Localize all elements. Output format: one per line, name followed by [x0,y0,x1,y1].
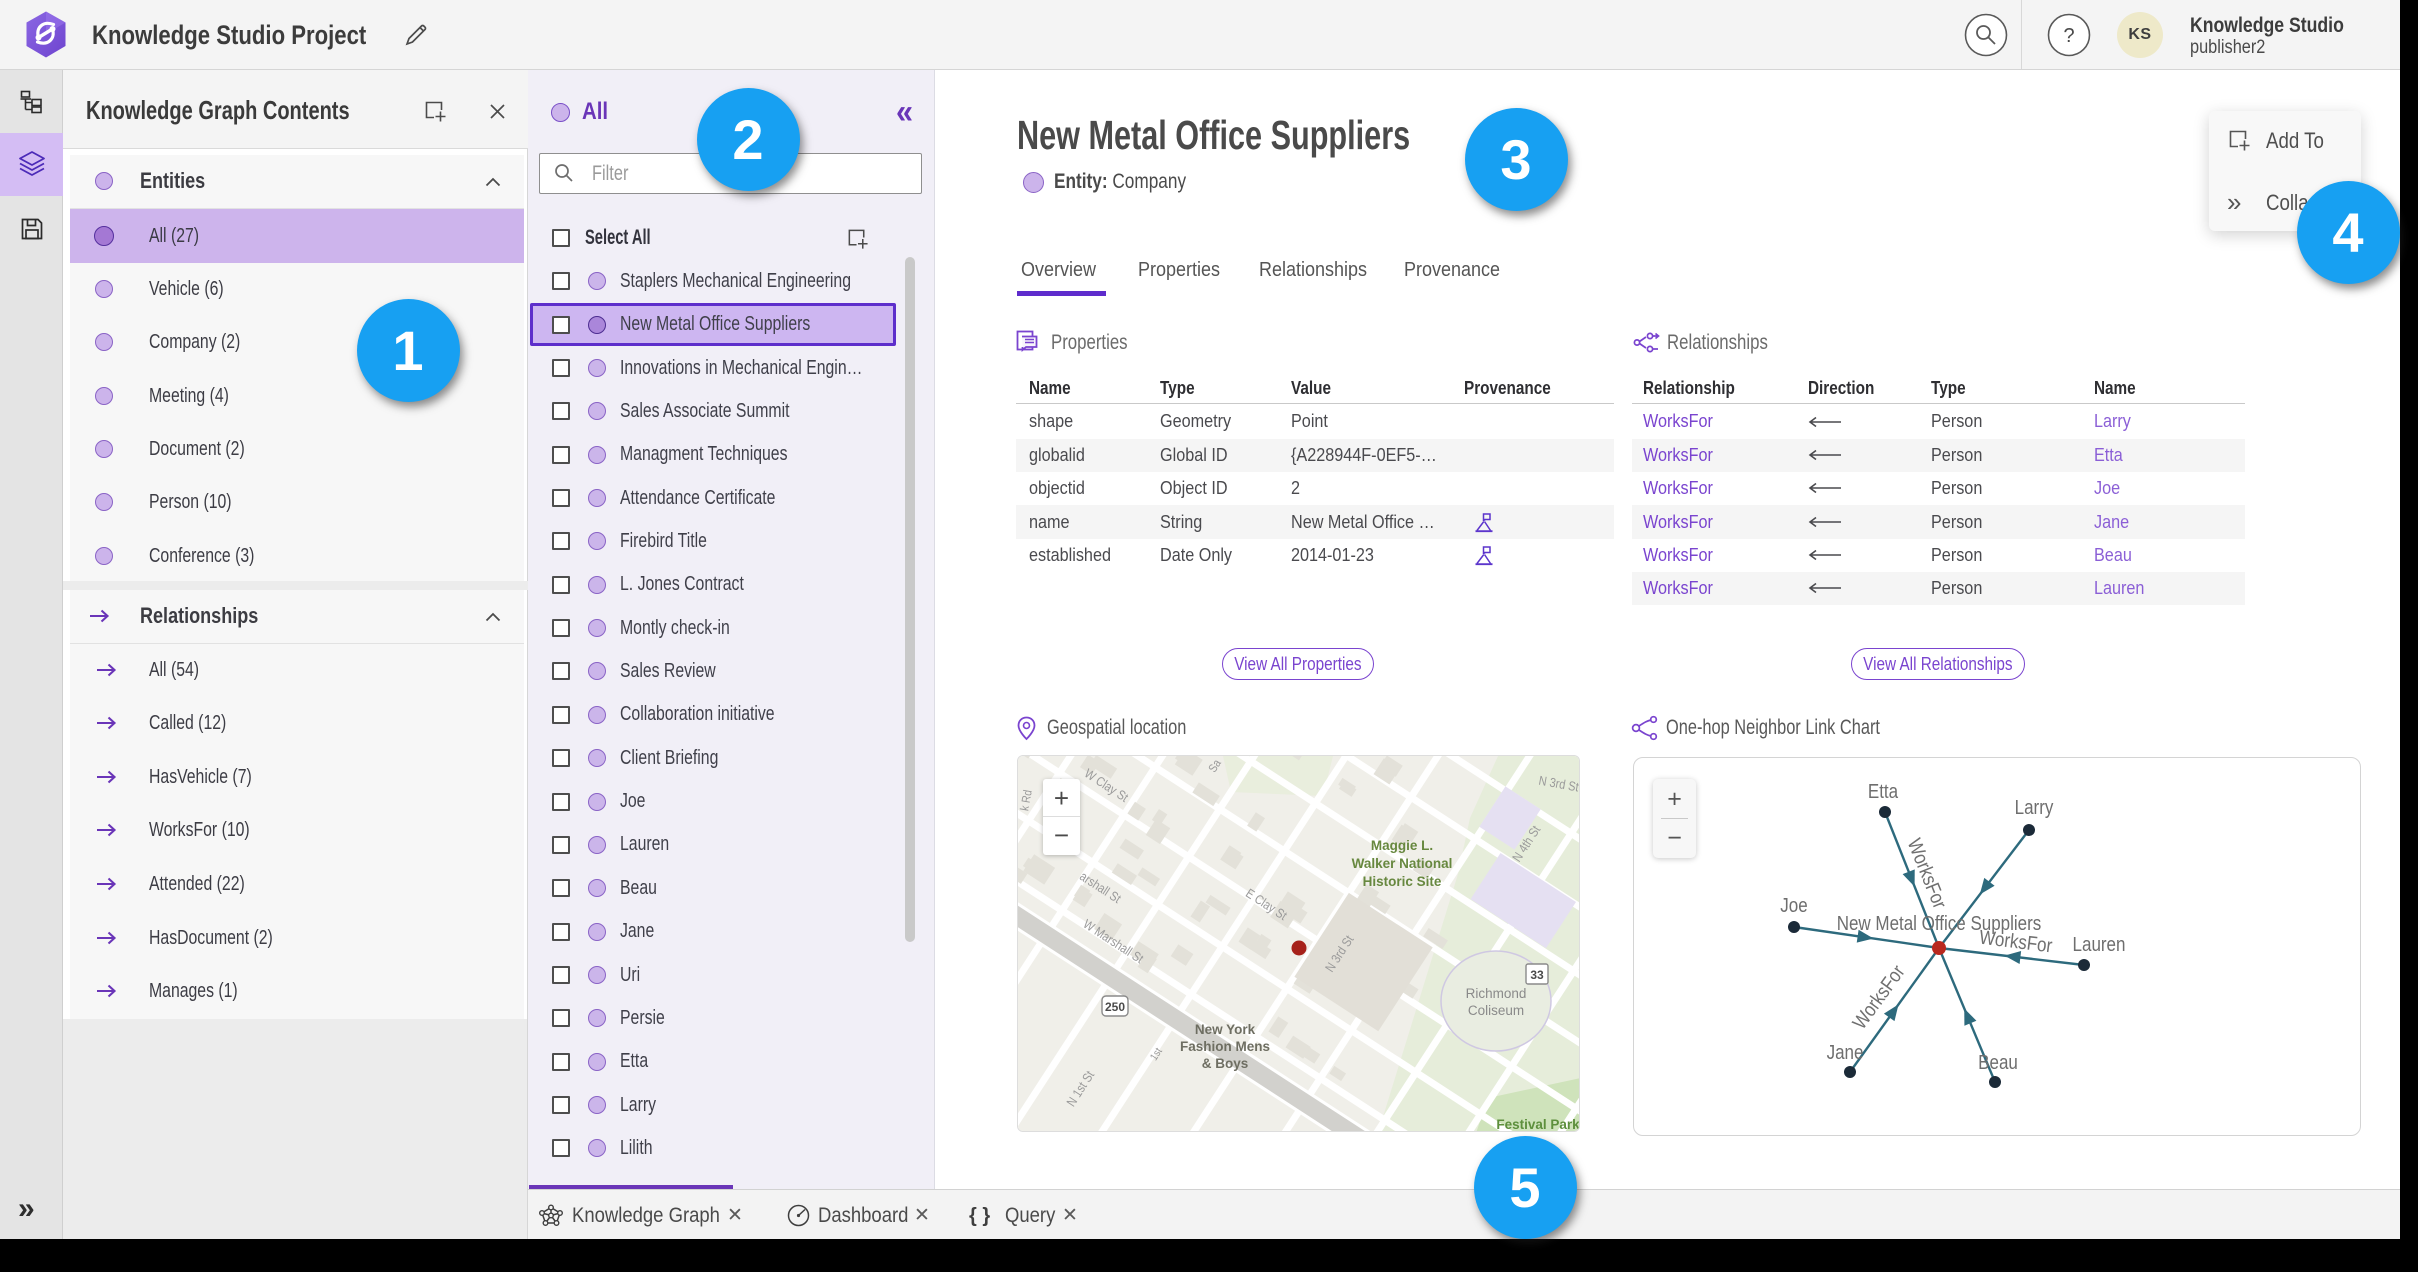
svg-text:Beau: Beau [1978,1051,2018,1074]
svg-text:Richmond: Richmond [1466,986,1527,1001]
svg-text:New York: New York [1195,1022,1256,1037]
svg-text:Etta: Etta [1868,780,1899,803]
svg-text:Lauren: Lauren [2073,933,2126,956]
svg-text:Festival Park: Festival Park [1496,1117,1580,1132]
svg-text:& Boys: & Boys [1202,1056,1249,1071]
svg-text:33: 33 [1530,968,1544,982]
svg-text:WorksFor: WorksFor [1848,961,1909,1034]
svg-text:250: 250 [1105,1000,1125,1014]
svg-text:WorksFor: WorksFor [1978,925,2054,956]
svg-text:Maggie L.: Maggie L. [1371,838,1433,853]
svg-text:Walker National: Walker National [1352,856,1453,871]
svg-text:Larry: Larry [2015,796,2054,819]
svg-text:Fashion Mens: Fashion Mens [1180,1039,1270,1054]
svg-text:?: ? [2063,25,2074,47]
svg-text:Coliseum: Coliseum [1468,1003,1524,1018]
svg-text:Historic Site: Historic Site [1363,874,1442,889]
svg-text:Jane: Jane [1827,1041,1864,1064]
svg-text:Joe: Joe [1780,894,1807,917]
